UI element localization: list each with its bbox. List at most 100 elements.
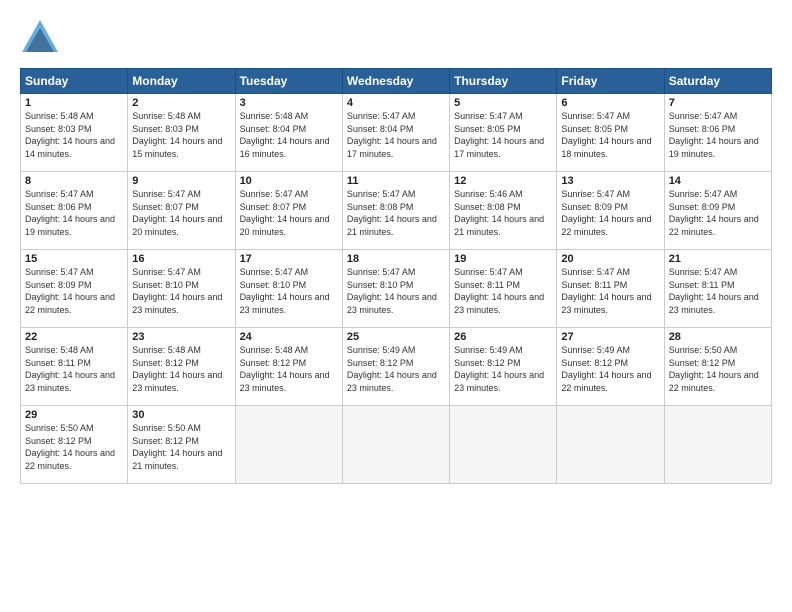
- table-row: 11 Sunrise: 5:47 AMSunset: 8:08 PMDayligh…: [342, 172, 449, 250]
- table-row: 22 Sunrise: 5:48 AMSunset: 8:11 PMDayligh…: [21, 328, 128, 406]
- day-number: 17: [240, 253, 338, 265]
- table-row: [664, 406, 771, 484]
- table-row: 30 Sunrise: 5:50 AMSunset: 8:12 PMDayligh…: [128, 406, 235, 484]
- cell-info: Sunrise: 5:47 AMSunset: 8:11 PMDaylight:…: [669, 267, 759, 315]
- day-number: 7: [669, 97, 767, 109]
- logo-icon: [20, 18, 60, 58]
- day-number: 19: [454, 253, 552, 265]
- cell-info: Sunrise: 5:49 AMSunset: 8:12 PMDaylight:…: [347, 345, 437, 393]
- day-number: 13: [561, 175, 659, 187]
- cell-info: Sunrise: 5:47 AMSunset: 8:10 PMDaylight:…: [132, 267, 222, 315]
- table-row: [342, 406, 449, 484]
- table-row: 4 Sunrise: 5:47 AMSunset: 8:04 PMDaylight…: [342, 94, 449, 172]
- day-number: 14: [669, 175, 767, 187]
- cell-info: Sunrise: 5:46 AMSunset: 8:08 PMDaylight:…: [454, 189, 544, 237]
- day-number: 12: [454, 175, 552, 187]
- day-number: 22: [25, 331, 123, 343]
- cell-info: Sunrise: 5:47 AMSunset: 8:04 PMDaylight:…: [347, 111, 437, 159]
- page: Sunday Monday Tuesday Wednesday Thursday…: [0, 0, 792, 612]
- day-number: 4: [347, 97, 445, 109]
- cell-info: Sunrise: 5:47 AMSunset: 8:10 PMDaylight:…: [240, 267, 330, 315]
- day-number: 8: [25, 175, 123, 187]
- day-number: 24: [240, 331, 338, 343]
- table-row: 6 Sunrise: 5:47 AMSunset: 8:05 PMDaylight…: [557, 94, 664, 172]
- cell-info: Sunrise: 5:47 AMSunset: 8:08 PMDaylight:…: [347, 189, 437, 237]
- cell-info: Sunrise: 5:47 AMSunset: 8:10 PMDaylight:…: [347, 267, 437, 315]
- cell-info: Sunrise: 5:47 AMSunset: 8:06 PMDaylight:…: [25, 189, 115, 237]
- day-number: 29: [25, 409, 123, 421]
- table-row: 23Sunrise: 5:48 AMSunset: 8:12 PMDayligh…: [128, 328, 235, 406]
- cell-info: Sunrise: 5:47 AMSunset: 8:09 PMDaylight:…: [669, 189, 759, 237]
- calendar-row: 1 Sunrise: 5:48 AMSunset: 8:03 PMDaylight…: [21, 94, 772, 172]
- day-number: 27: [561, 331, 659, 343]
- day-number: 26: [454, 331, 552, 343]
- col-wednesday: Wednesday: [342, 69, 449, 94]
- table-row: 27 Sunrise: 5:49 AMSunset: 8:12 PMDayligh…: [557, 328, 664, 406]
- cell-info: Sunrise: 5:47 AMSunset: 8:09 PMDaylight:…: [25, 267, 115, 315]
- cell-info: Sunrise: 5:50 AMSunset: 8:12 PMDaylight:…: [132, 423, 222, 471]
- cell-info: Sunrise: 5:47 AMSunset: 8:06 PMDaylight:…: [669, 111, 759, 159]
- table-row: 10 Sunrise: 5:47 AMSunset: 8:07 PMDayligh…: [235, 172, 342, 250]
- day-number: 3: [240, 97, 338, 109]
- day-number: 15: [25, 253, 123, 265]
- table-row: 29 Sunrise: 5:50 AMSunset: 8:12 PMDayligh…: [21, 406, 128, 484]
- day-number: 23: [132, 331, 230, 343]
- cell-info: Sunrise: 5:48 AMSunset: 8:03 PMDaylight:…: [25, 111, 115, 159]
- day-number: 5: [454, 97, 552, 109]
- table-row: 1 Sunrise: 5:48 AMSunset: 8:03 PMDaylight…: [21, 94, 128, 172]
- cell-info: Sunrise: 5:47 AMSunset: 8:07 PMDaylight:…: [240, 189, 330, 237]
- table-row: 18 Sunrise: 5:47 AMSunset: 8:10 PMDayligh…: [342, 250, 449, 328]
- col-saturday: Saturday: [664, 69, 771, 94]
- table-row: [557, 406, 664, 484]
- table-row: 28 Sunrise: 5:50 AMSunset: 8:12 PMDayligh…: [664, 328, 771, 406]
- table-row: 14 Sunrise: 5:47 AMSunset: 8:09 PMDayligh…: [664, 172, 771, 250]
- day-number: 20: [561, 253, 659, 265]
- calendar-table: Sunday Monday Tuesday Wednesday Thursday…: [20, 68, 772, 484]
- day-number: 30: [132, 409, 230, 421]
- cell-info: Sunrise: 5:48 AMSunset: 8:12 PMDaylight:…: [240, 345, 330, 393]
- day-number: 16: [132, 253, 230, 265]
- cell-info: Sunrise: 5:47 AMSunset: 8:09 PMDaylight:…: [561, 189, 651, 237]
- table-row: 13 Sunrise: 5:47 AMSunset: 8:09 PMDayligh…: [557, 172, 664, 250]
- cell-info: Sunrise: 5:48 AMSunset: 8:11 PMDaylight:…: [25, 345, 115, 393]
- day-number: 25: [347, 331, 445, 343]
- table-row: 16 Sunrise: 5:47 AMSunset: 8:10 PMDayligh…: [128, 250, 235, 328]
- table-row: 2Sunrise: 5:48 AMSunset: 8:03 PMDaylight…: [128, 94, 235, 172]
- table-row: 21Sunrise: 5:47 AMSunset: 8:11 PMDayligh…: [664, 250, 771, 328]
- table-row: 7 Sunrise: 5:47 AMSunset: 8:06 PMDaylight…: [664, 94, 771, 172]
- col-friday: Friday: [557, 69, 664, 94]
- cell-info: Sunrise: 5:47 AMSunset: 8:05 PMDaylight:…: [454, 111, 544, 159]
- table-row: 26 Sunrise: 5:49 AMSunset: 8:12 PMDayligh…: [450, 328, 557, 406]
- cell-info: Sunrise: 5:47 AMSunset: 8:07 PMDaylight:…: [132, 189, 222, 237]
- col-monday: Monday: [128, 69, 235, 94]
- table-row: 8 Sunrise: 5:47 AMSunset: 8:06 PMDaylight…: [21, 172, 128, 250]
- table-row: 19Sunrise: 5:47 AMSunset: 8:11 PMDayligh…: [450, 250, 557, 328]
- calendar-row: 22 Sunrise: 5:48 AMSunset: 8:11 PMDayligh…: [21, 328, 772, 406]
- day-number: 1: [25, 97, 123, 109]
- table-row: 3 Sunrise: 5:48 AMSunset: 8:04 PMDaylight…: [235, 94, 342, 172]
- col-thursday: Thursday: [450, 69, 557, 94]
- cell-info: Sunrise: 5:47 AMSunset: 8:05 PMDaylight:…: [561, 111, 651, 159]
- table-row: 9 Sunrise: 5:47 AMSunset: 8:07 PMDaylight…: [128, 172, 235, 250]
- table-row: 17 Sunrise: 5:47 AMSunset: 8:10 PMDayligh…: [235, 250, 342, 328]
- day-number: 11: [347, 175, 445, 187]
- table-row: 15 Sunrise: 5:47 AMSunset: 8:09 PMDayligh…: [21, 250, 128, 328]
- calendar-header-row: Sunday Monday Tuesday Wednesday Thursday…: [21, 69, 772, 94]
- day-number: 28: [669, 331, 767, 343]
- cell-info: Sunrise: 5:50 AMSunset: 8:12 PMDaylight:…: [669, 345, 759, 393]
- calendar-row: 29 Sunrise: 5:50 AMSunset: 8:12 PMDayligh…: [21, 406, 772, 484]
- cell-info: Sunrise: 5:49 AMSunset: 8:12 PMDaylight:…: [454, 345, 544, 393]
- cell-info: Sunrise: 5:47 AMSunset: 8:11 PMDaylight:…: [561, 267, 651, 315]
- calendar-row: 8 Sunrise: 5:47 AMSunset: 8:06 PMDaylight…: [21, 172, 772, 250]
- day-number: 18: [347, 253, 445, 265]
- day-number: 6: [561, 97, 659, 109]
- table-row: 24 Sunrise: 5:48 AMSunset: 8:12 PMDayligh…: [235, 328, 342, 406]
- day-number: 10: [240, 175, 338, 187]
- cell-info: Sunrise: 5:50 AMSunset: 8:12 PMDaylight:…: [25, 423, 115, 471]
- col-tuesday: Tuesday: [235, 69, 342, 94]
- table-row: 20 Sunrise: 5:47 AMSunset: 8:11 PMDayligh…: [557, 250, 664, 328]
- cell-info: Sunrise: 5:49 AMSunset: 8:12 PMDaylight:…: [561, 345, 651, 393]
- day-number: 9: [132, 175, 230, 187]
- col-sunday: Sunday: [21, 69, 128, 94]
- cell-info: Sunrise: 5:48 AMSunset: 8:04 PMDaylight:…: [240, 111, 330, 159]
